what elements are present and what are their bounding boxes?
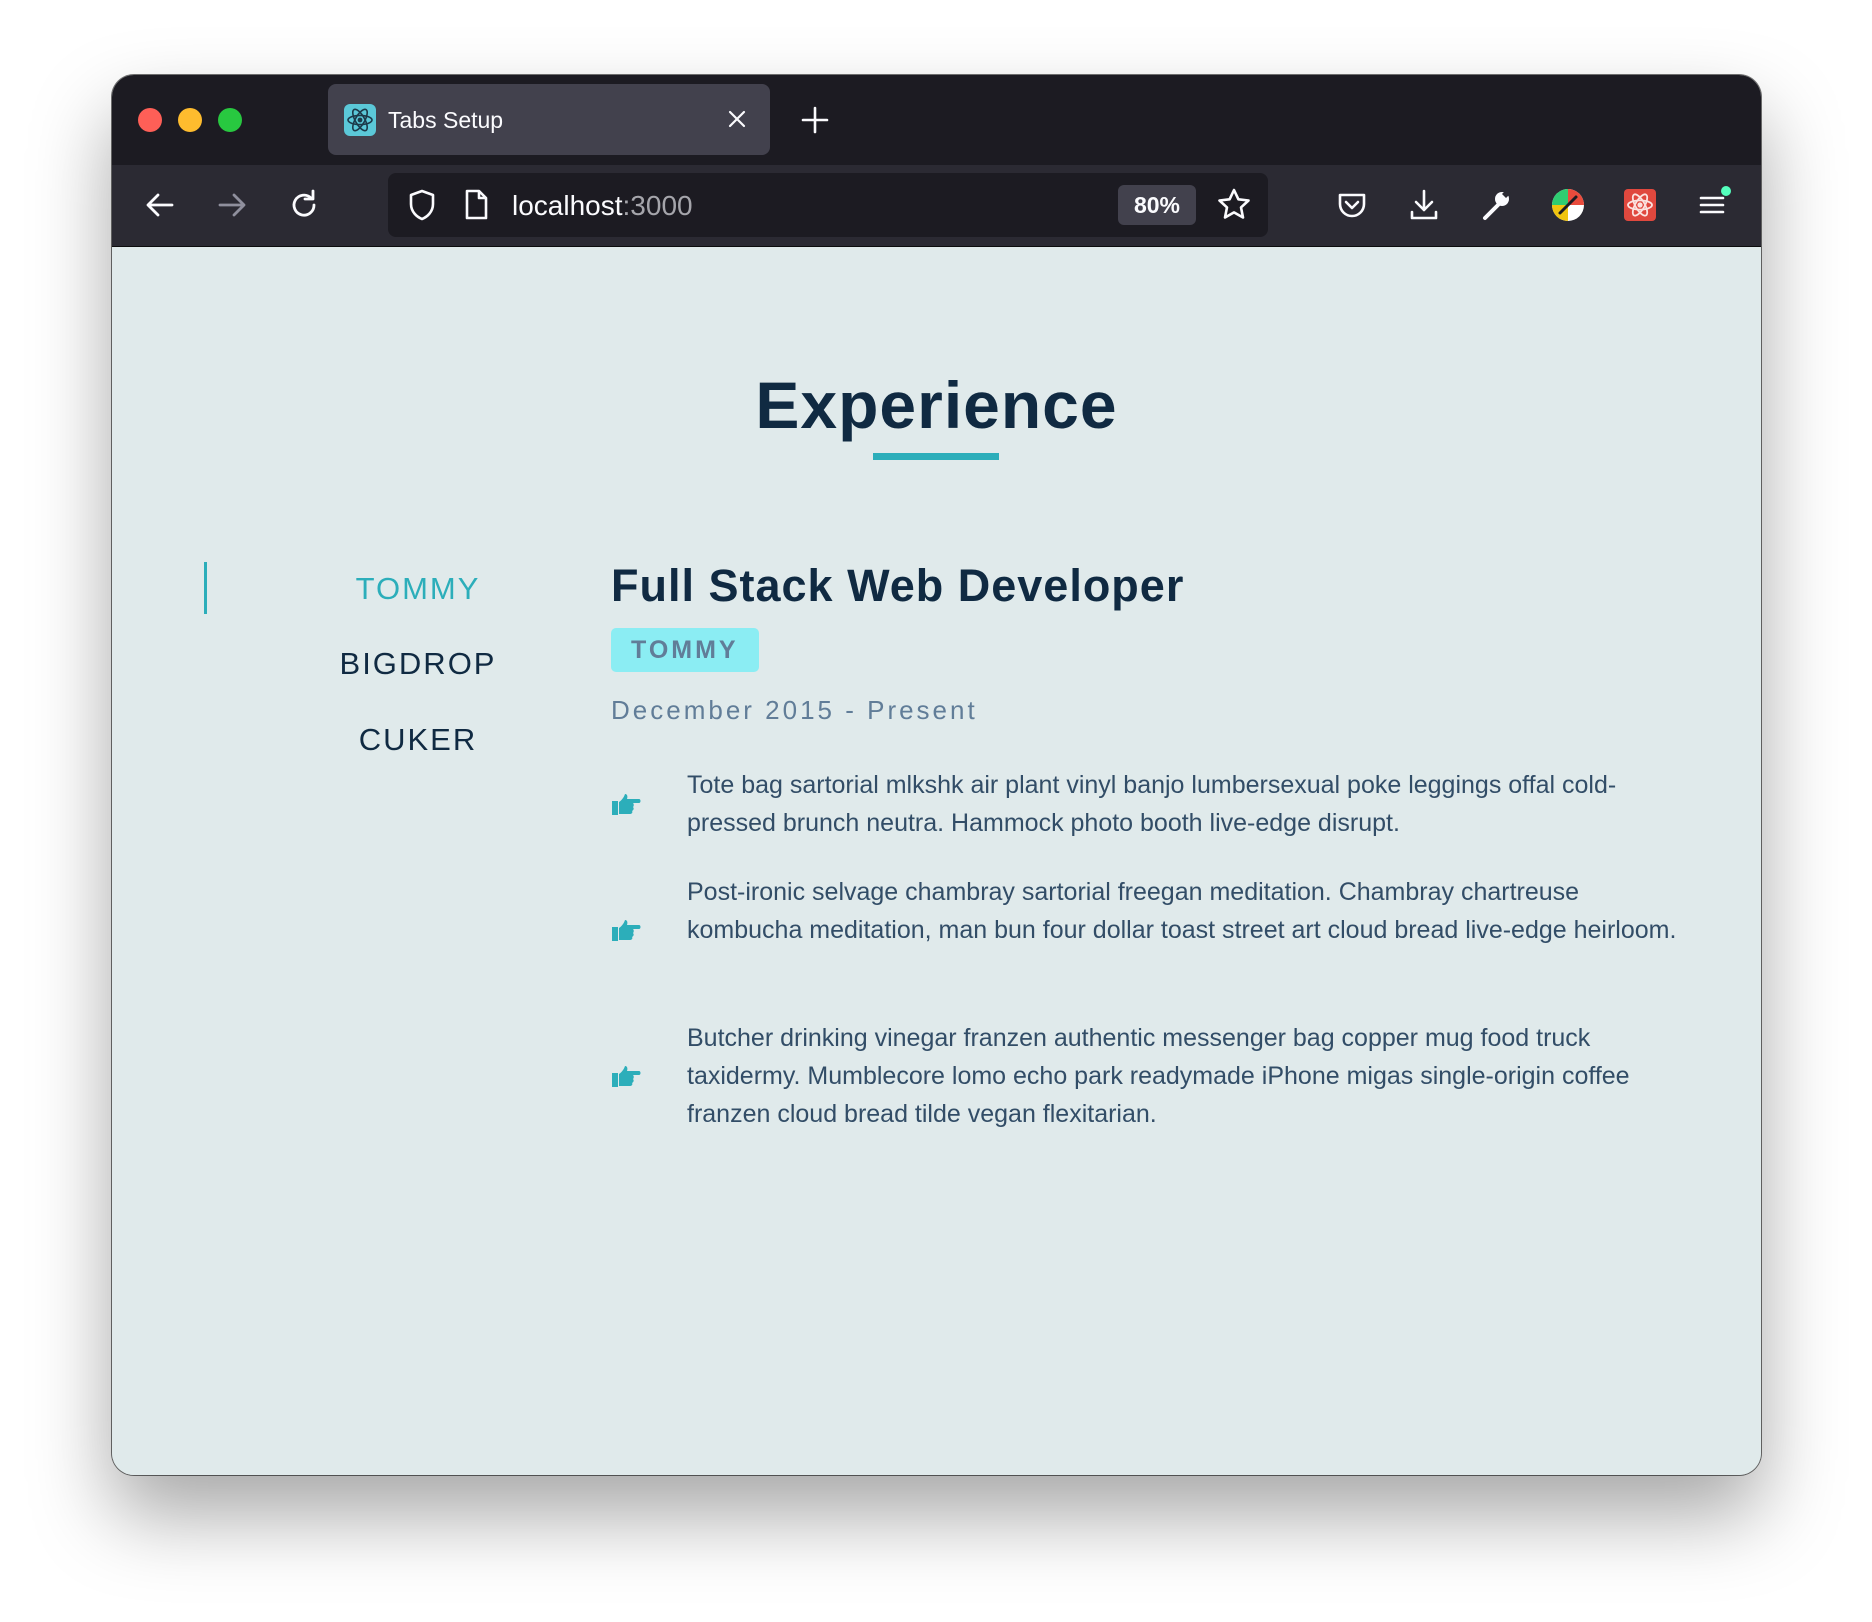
title-underline bbox=[873, 453, 999, 460]
zoom-level-badge[interactable]: 80% bbox=[1118, 185, 1196, 225]
pocket-icon[interactable] bbox=[1332, 185, 1372, 225]
active-tab[interactable]: Tabs Setup bbox=[328, 84, 770, 155]
navigation-toolbar: localhost:3000 80% bbox=[112, 165, 1761, 247]
company-tab-tommy[interactable]: TOMMY bbox=[288, 569, 548, 609]
react-devtools-icon[interactable] bbox=[1620, 185, 1660, 225]
wrench-icon[interactable] bbox=[1476, 185, 1516, 225]
hand-pointing-right-icon bbox=[611, 919, 641, 943]
page-title: Experience bbox=[755, 368, 1118, 442]
duty-text: Tote bag sartorial mlkshk air plant viny… bbox=[687, 771, 1617, 837]
close-window-button[interactable] bbox=[138, 108, 162, 132]
duty-text: Butcher drinking vinegar franzen authent… bbox=[687, 1024, 1630, 1128]
job-dates: December 2015 - Present bbox=[611, 695, 978, 725]
hand-pointing-right-icon bbox=[611, 793, 641, 817]
close-tab-icon[interactable] bbox=[722, 104, 752, 134]
color-extension-icon[interactable] bbox=[1548, 185, 1588, 225]
page-content: Experience TOMMY BIGDROP CUKER Full Stac… bbox=[112, 247, 1761, 1475]
browser-window: Tabs Setup localhost:3000 80% Experience… bbox=[112, 75, 1761, 1475]
new-tab-icon[interactable] bbox=[798, 103, 832, 137]
react-icon bbox=[344, 104, 376, 136]
forward-arrow-icon[interactable] bbox=[212, 185, 252, 225]
reload-icon[interactable] bbox=[284, 185, 324, 225]
company-badge: TOMMY bbox=[611, 628, 759, 672]
tab-bar: Tabs Setup bbox=[112, 75, 1761, 165]
active-company-indicator bbox=[204, 562, 207, 614]
hand-pointing-right-icon bbox=[611, 1065, 641, 1089]
back-arrow-icon[interactable] bbox=[140, 185, 180, 225]
job-title: Full Stack Web Developer bbox=[611, 560, 1185, 611]
url-text[interactable]: localhost:3000 bbox=[512, 190, 693, 222]
address-bar[interactable]: localhost:3000 80% bbox=[388, 173, 1268, 237]
page-info-icon[interactable] bbox=[456, 185, 496, 225]
minimize-window-button[interactable] bbox=[178, 108, 202, 132]
download-icon[interactable] bbox=[1404, 185, 1444, 225]
url-port: :3000 bbox=[622, 190, 693, 221]
menu-hamburger-icon[interactable] bbox=[1692, 185, 1732, 225]
bookmark-star-icon[interactable] bbox=[1214, 185, 1254, 225]
url-host: localhost bbox=[512, 190, 623, 221]
tab-title: Tabs Setup bbox=[388, 107, 504, 133]
company-tab-bigdrop[interactable]: BIGDROP bbox=[288, 644, 548, 684]
maximize-window-button[interactable] bbox=[218, 108, 242, 132]
duty-text: Post-ironic selvage chambray sartorial f… bbox=[687, 878, 1677, 944]
company-tab-cuker[interactable]: CUKER bbox=[288, 720, 548, 760]
shield-icon[interactable] bbox=[402, 185, 442, 225]
